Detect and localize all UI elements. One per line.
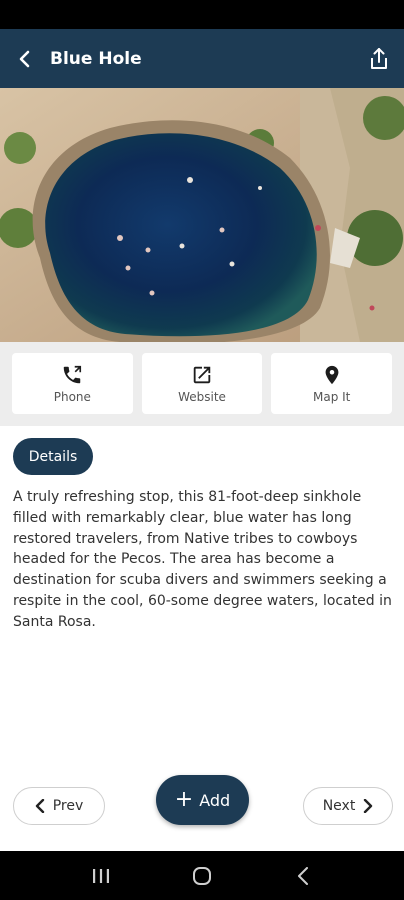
prev-button[interactable]: Prev — [13, 787, 105, 825]
arrow-left-icon — [19, 50, 30, 67]
home-button[interactable] — [182, 851, 222, 900]
system-nav-bar — [0, 851, 404, 900]
add-button[interactable]: + Add — [156, 775, 249, 825]
phone-label: Phone — [53, 389, 91, 404]
details-tab[interactable]: Details — [13, 438, 93, 475]
plus-icon: + — [174, 787, 194, 812]
website-label: Website — [178, 389, 226, 404]
next-label: Next — [322, 798, 356, 814]
back-button[interactable] — [0, 29, 50, 88]
description-text: A truly refreshing stop, this 81-foot-de… — [13, 489, 392, 630]
map-it-button[interactable]: Map It — [271, 353, 393, 414]
recents-button[interactable] — [81, 851, 121, 900]
map-it-label: Map It — [312, 389, 351, 404]
add-label: Add — [199, 790, 231, 810]
chevron-left-icon — [35, 799, 44, 813]
share-button[interactable] — [354, 29, 404, 88]
phone-button[interactable]: Phone — [12, 353, 133, 414]
map-pin-icon — [325, 365, 339, 384]
app-bar: Blue Hole — [0, 29, 404, 88]
share-icon — [371, 47, 387, 69]
chevron-left-icon — [298, 866, 309, 885]
chevron-right-icon — [364, 799, 373, 813]
hero-image — [0, 88, 404, 342]
home-icon — [192, 866, 211, 885]
status-bar — [0, 0, 404, 29]
action-bar: Phone Website Map It — [0, 342, 404, 426]
phone-icon — [64, 365, 82, 383]
next-button[interactable]: Next — [303, 787, 393, 825]
prev-label: Prev — [52, 798, 84, 814]
system-back-button[interactable] — [283, 851, 323, 900]
website-button[interactable]: Website — [141, 353, 263, 414]
page-title: Blue Hole — [50, 48, 142, 69]
recents-icon — [92, 868, 109, 883]
external-link-icon — [193, 366, 211, 383]
